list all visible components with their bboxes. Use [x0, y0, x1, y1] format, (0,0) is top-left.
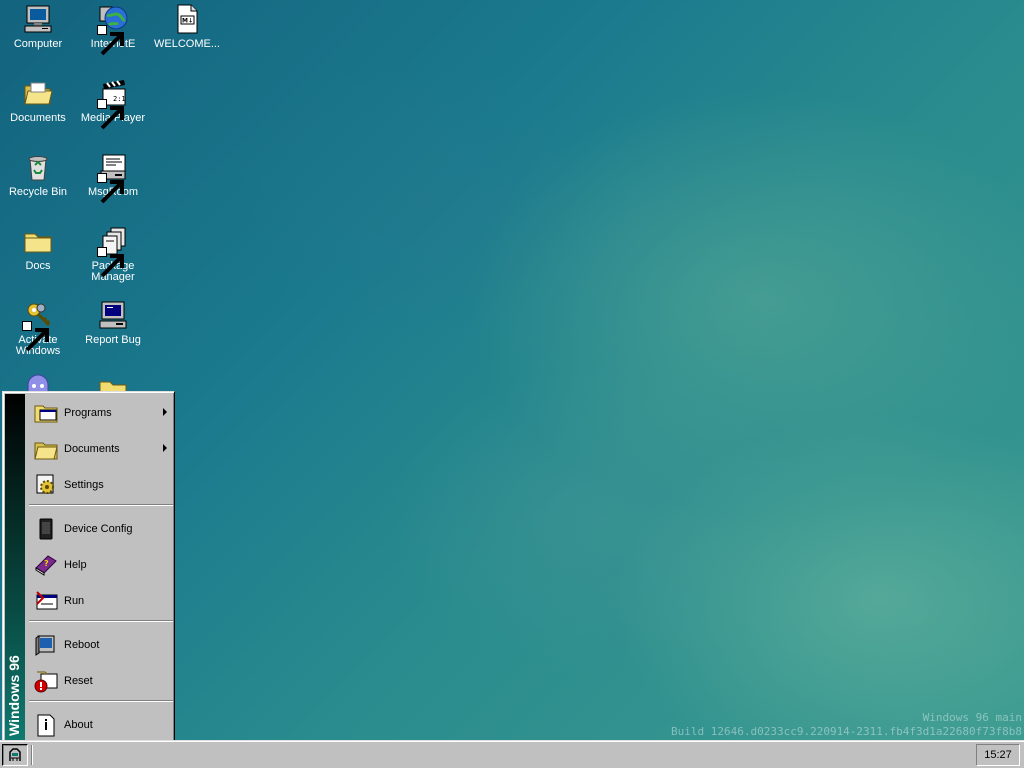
menu-item-device-config[interactable]: Device Config: [27, 512, 173, 546]
start-menu: Windows 96 Programs Documents Settings D…: [2, 391, 175, 743]
menu-item-label: Reset: [64, 675, 93, 687]
menu-item-label: Run: [64, 595, 85, 607]
build-watermark: Windows 96 main Build 12646.d0233cc9.220…: [671, 711, 1022, 739]
desktop-icon-label: WELCOME...: [153, 38, 220, 50]
svg-text:M↓: M↓: [182, 18, 193, 25]
menu-item-label: Help: [64, 559, 87, 571]
menu-item-settings[interactable]: Settings: [27, 468, 173, 502]
desktop-icon-docs[interactable]: Docs: [1, 225, 75, 272]
desktop-icon-welcome[interactable]: M↓ WELCOME...: [150, 3, 224, 50]
menu-item-reboot[interactable]: Reboot: [27, 628, 173, 662]
markdown-file-icon: M↓: [171, 3, 203, 35]
desktop-icon-internet-explorer[interactable]: InternetE: [76, 3, 150, 56]
about-icon: [33, 712, 59, 738]
taskbar-divider: [31, 745, 33, 765]
settings-icon: [33, 472, 59, 498]
report-bug-icon: [97, 299, 129, 331]
menu-item-about[interactable]: About: [27, 708, 173, 742]
reboot-icon: [33, 632, 59, 658]
desktop-icon-documents[interactable]: Documents: [1, 77, 75, 124]
build-edition: Windows 96 main: [922, 711, 1022, 724]
submenu-arrow-icon: [163, 408, 167, 416]
documents-folder-icon: [33, 436, 59, 462]
menu-item-reset[interactable]: Reset: [27, 664, 173, 698]
menu-item-programs[interactable]: Programs: [27, 396, 173, 430]
desktop-icon-label: Computer: [13, 38, 63, 50]
desktop-icon-recycle-bin[interactable]: Recycle Bin: [1, 151, 75, 198]
desktop-icon-label: Report Bug: [85, 334, 141, 346]
taskbar: 15:27: [0, 740, 1024, 768]
menu-item-label: Programs: [64, 407, 112, 419]
menu-item-label: About: [64, 719, 93, 731]
menu-item-documents[interactable]: Documents: [27, 432, 173, 466]
msgroom-icon: [97, 151, 129, 204]
menu-item-label: Documents: [64, 443, 120, 455]
menu-item-label: Reboot: [64, 639, 100, 651]
build-number: Build 12646.d0233cc9.220914-2311.fb4f3d1…: [671, 725, 1022, 738]
start-logo-icon: [8, 748, 22, 762]
desktop-icon-label: Documents: [10, 112, 66, 124]
recycle-bin-icon: [22, 151, 54, 183]
system-tray: 15:27: [976, 744, 1020, 766]
menu-separator: [29, 700, 173, 702]
desktop-icon-report-bug[interactable]: Report Bug: [76, 299, 150, 346]
menu-item-label: Settings: [64, 479, 104, 491]
reset-icon: [33, 668, 59, 694]
clock[interactable]: 15:27: [977, 749, 1019, 761]
start-menu-banner-text: Windows 96: [6, 655, 22, 736]
start-button[interactable]: [2, 744, 28, 766]
media-player-icon: 2:1: [97, 77, 129, 130]
programs-icon: [33, 400, 59, 426]
keys-icon: [22, 299, 54, 352]
folder-icon: [22, 225, 54, 257]
internet-explorer-icon: [97, 3, 129, 56]
shortcut-arrow-icon: [97, 25, 124, 56]
device-config-icon: [33, 516, 59, 542]
shortcut-arrow-icon: [97, 173, 124, 204]
computer-icon: [22, 3, 54, 35]
submenu-arrow-icon: [163, 444, 167, 452]
shortcut-arrow-icon: [97, 247, 124, 278]
menu-separator: [29, 620, 173, 622]
open-folder-icon: [22, 77, 54, 109]
start-menu-banner: Windows 96: [5, 394, 25, 740]
menu-item-run[interactable]: Run: [27, 584, 173, 618]
desktop-icon-label: Recycle Bin: [8, 186, 68, 198]
run-icon: [33, 588, 59, 614]
menu-item-help[interactable]: ? Help: [27, 548, 173, 582]
desktop-icon-msgroom[interactable]: MsgRoom: [76, 151, 150, 204]
desktop-icon-label: Docs: [25, 260, 51, 272]
package-manager-icon: [97, 225, 129, 278]
desktop-icon-package-manager[interactable]: Package Manager: [76, 225, 150, 283]
shortcut-arrow-icon: [97, 99, 124, 130]
desktop-icon-activate-windows[interactable]: Activate Windows: [1, 299, 75, 357]
menu-separator: [29, 504, 173, 506]
desktop-icon-computer[interactable]: Computer: [1, 3, 75, 50]
shortcut-arrow-icon: [22, 321, 49, 352]
desktop-icon-media-player[interactable]: 2:1 Media Player: [76, 77, 150, 130]
help-book-icon: ?: [33, 552, 59, 578]
svg-text:?: ?: [44, 559, 49, 568]
menu-item-label: Device Config: [64, 523, 133, 535]
